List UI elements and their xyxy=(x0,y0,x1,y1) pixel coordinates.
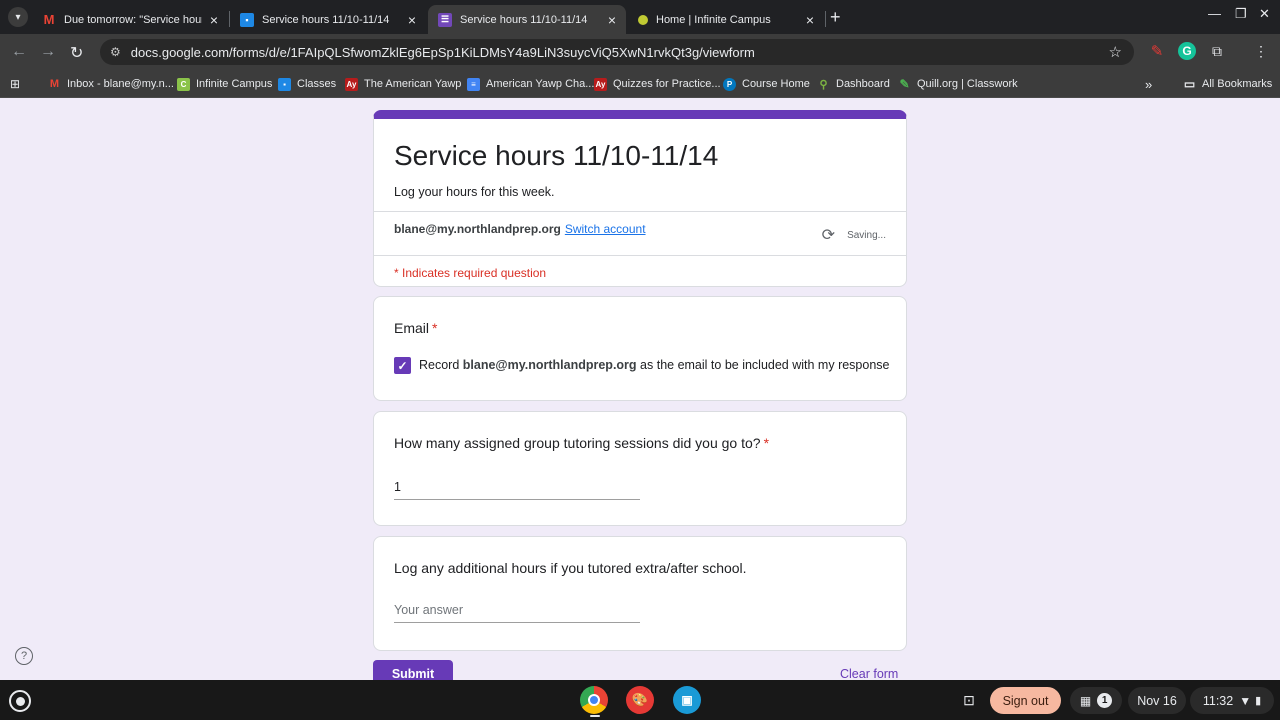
tab-strip: ▾ M Due tomorrow: "Service hours 1 × ▪ S… xyxy=(0,0,1280,34)
tab-infinite-campus[interactable]: Home | Infinite Campus × xyxy=(628,5,824,34)
new-tab-icon[interactable]: + xyxy=(830,7,841,28)
apps-grid-icon[interactable]: ⊞ xyxy=(10,76,20,92)
gmail-icon: M xyxy=(43,12,55,27)
close-tab-icon[interactable]: × xyxy=(806,12,814,28)
required-asterisk: * xyxy=(763,435,770,451)
notification-count: 1 xyxy=(1097,693,1113,708)
notification-tray[interactable]: ▦ 1 xyxy=(1070,687,1122,714)
minimize-icon[interactable]: — xyxy=(1208,6,1221,21)
forms-icon: ☰ xyxy=(438,12,452,27)
restore-icon[interactable]: ❐ xyxy=(1235,6,1247,22)
bookmark-inbox[interactable]: M Inbox - blane@my.n... xyxy=(48,76,174,92)
close-window-icon[interactable]: ✕ xyxy=(1259,6,1270,22)
bookmark-quizzes[interactable]: Ay Quizzes for Practice... xyxy=(594,76,721,92)
divider xyxy=(374,255,906,256)
clear-form-button[interactable]: Clear form xyxy=(840,667,898,681)
site-info-icon[interactable]: ⚙ xyxy=(110,45,121,59)
tab-gmail[interactable]: M Due tomorrow: "Service hours 1 × xyxy=(32,5,228,34)
tutoring-sessions-input[interactable]: 1 xyxy=(394,476,640,500)
record-email-label: Record blane@my.northlandprep.org as the… xyxy=(419,358,890,372)
screen-capture-icon[interactable]: ⊡ xyxy=(956,687,982,714)
classroom-icon: ▪ xyxy=(278,77,291,91)
grammarly-icon[interactable]: G xyxy=(1178,42,1196,60)
clock: 11:32 xyxy=(1202,693,1234,708)
help-icon[interactable]: ? xyxy=(15,647,33,665)
folder-icon: ▭ xyxy=(1183,77,1196,91)
tutoring-sessions-card: How many assigned group tutoring session… xyxy=(373,411,907,526)
sync-icon: ⟳ xyxy=(821,227,836,244)
url-text: docs.google.com/forms/d/e/1FAIpQLSfwomZk… xyxy=(130,44,755,60)
pen-extension-icon[interactable]: ✎ xyxy=(1148,42,1166,60)
form-title: Service hours 11/10-11/14 xyxy=(394,140,719,171)
pearson-icon: P xyxy=(723,77,736,91)
chrome-icon[interactable] xyxy=(580,686,608,714)
close-tab-icon[interactable]: × xyxy=(210,12,218,28)
account-email: blane@my.northlandprep.org xyxy=(394,222,561,236)
close-tab-icon[interactable]: × xyxy=(408,12,416,28)
bookmark-classes[interactable]: ▪ Classes xyxy=(278,76,336,92)
switch-account-link[interactable]: Switch account xyxy=(565,222,646,236)
wifi-icon: ▼ xyxy=(1239,693,1252,708)
tab-classroom[interactable]: ▪ Service hours 11/10-11/14 × xyxy=(230,5,426,34)
saving-status: ⟳ Saving... xyxy=(821,227,886,244)
question-title: How many assigned group tutoring session… xyxy=(394,435,770,451)
yawp-icon: Ay xyxy=(345,77,358,91)
tab-forms-active[interactable]: ☰ Service hours 11/10-11/14 × xyxy=(428,5,626,34)
infinite-campus-icon: C xyxy=(177,77,190,91)
bookmarks-overflow[interactable]: » xyxy=(1145,76,1152,92)
date-display[interactable]: Nov 16 xyxy=(1128,687,1186,714)
gmail-icon: M xyxy=(49,78,60,90)
form-header-card: Service hours 11/10-11/14 Log your hours… xyxy=(373,110,907,287)
bookmark-star-icon[interactable]: ☆ xyxy=(1109,43,1122,61)
reload-icon[interactable]: ↻ xyxy=(70,43,83,63)
additional-hours-input[interactable]: Your answer xyxy=(394,599,640,623)
forward-icon[interactable]: → xyxy=(40,43,56,61)
bookmark-dashboard[interactable]: ⚲ Dashboard xyxy=(817,76,889,92)
required-asterisk: * xyxy=(432,320,438,336)
email-question-card: Email * ✓ Record blane@my.northlandprep.o… xyxy=(373,296,907,401)
dashboard-icon: ⚲ xyxy=(819,78,828,91)
bookmark-quill[interactable]: ✎ Quill.org | Classwork xyxy=(898,76,1017,92)
classroom-app-icon[interactable]: ▣ xyxy=(673,686,701,714)
building-icon: ▦ xyxy=(1079,693,1092,708)
palette-app-icon[interactable]: 🎨 xyxy=(626,686,654,714)
question-title: Log any additional hours if you tutored … xyxy=(394,560,747,576)
record-email-checkbox[interactable]: ✓ xyxy=(394,357,411,374)
more-menu-icon[interactable]: ⋮ xyxy=(1252,42,1270,60)
launcher-icon[interactable] xyxy=(9,690,31,712)
question-title: Email * xyxy=(394,320,438,336)
address-bar[interactable]: ⚙ docs.google.com/forms/d/e/1FAIpQLSfwom… xyxy=(100,39,1134,65)
yawp-icon: Ay xyxy=(594,77,607,91)
infinite-campus-icon xyxy=(638,14,648,25)
back-icon[interactable]: ← xyxy=(11,43,27,61)
active-app-indicator xyxy=(590,715,600,717)
bookmark-yawp-chapter[interactable]: ≡ American Yawp Cha... xyxy=(467,76,594,92)
quill-icon: ✎ xyxy=(899,77,910,91)
sign-out-button[interactable]: Sign out xyxy=(990,687,1061,714)
status-area[interactable]: 11:32 ▼ ▮ xyxy=(1190,687,1274,714)
classroom-icon: ▪ xyxy=(240,12,254,27)
tab-divider xyxy=(825,11,826,27)
bookmarks-bar: ⊞ M Inbox - blane@my.n... C Infinite Cam… xyxy=(0,70,1280,98)
docs-icon: ≡ xyxy=(467,77,480,91)
all-bookmarks[interactable]: ▭ All Bookmarks xyxy=(1183,76,1272,92)
form-description: Log your hours for this week. xyxy=(394,185,555,199)
tab-search-chevron-icon[interactable]: ▾ xyxy=(8,7,28,27)
divider xyxy=(374,211,906,212)
battery-icon: ▮ xyxy=(1255,695,1262,707)
additional-hours-card: Log any additional hours if you tutored … xyxy=(373,536,907,651)
required-note: * Indicates required question xyxy=(394,266,547,280)
bookmark-american-yawp[interactable]: Ay The American Yawp xyxy=(345,76,461,92)
bookmark-course-home[interactable]: P Course Home xyxy=(723,76,810,92)
bookmark-infinite-campus[interactable]: C Infinite Campus xyxy=(177,76,272,92)
extensions-puzzle-icon[interactable]: ⧉ xyxy=(1208,42,1226,60)
account-row: blane@my.northlandprep.org Switch account xyxy=(394,222,646,236)
close-tab-icon[interactable]: × xyxy=(608,12,616,28)
